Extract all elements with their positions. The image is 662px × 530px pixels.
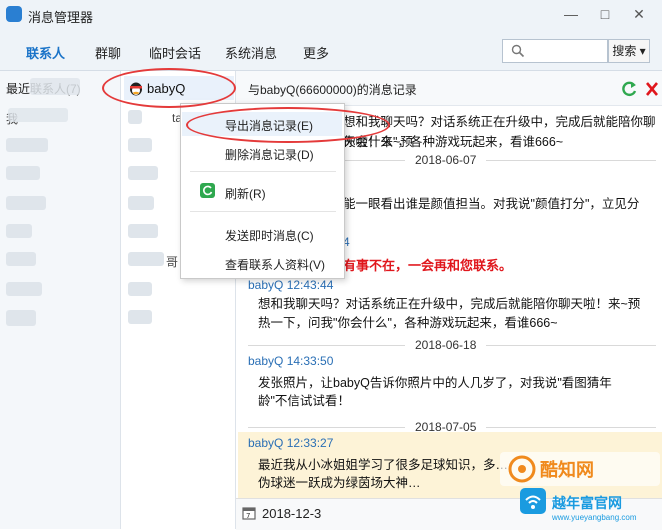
minimize-button[interactable]: — [560,4,582,24]
menu-item-delete[interactable]: 删除消息记录(D) [225,146,314,163]
divider [486,427,656,428]
sidebar-item[interactable] [6,166,40,180]
app-icon [6,6,22,22]
message-sender: babyQ 12:43:44 [248,278,334,292]
sidebar-item[interactable] [6,224,32,238]
sidebar-item[interactable] [6,196,46,210]
divider [345,160,405,161]
message-text: 最近我从小冰姐姐学习了很多足球知识，多… [258,458,509,472]
close-button[interactable]: ✕ [628,4,650,24]
contact-item[interactable] [128,196,154,210]
divider [486,160,656,161]
tab-temp-session[interactable]: 临时会话 [149,43,201,62]
avatar [128,110,142,124]
date-picker-value[interactable]: 2018-12-3 [262,506,321,521]
refresh-icon[interactable] [620,80,638,98]
auto-reply-text: 有事不在，一会再和您联系。 [343,258,513,273]
search-input[interactable] [502,39,608,63]
delete-icon[interactable] [644,80,660,98]
sidebar-item[interactable] [6,282,42,296]
menu-item-refresh[interactable]: 刷新(R) [225,185,266,202]
contact-item[interactable] [128,138,152,152]
menu-item-send-message[interactable]: 发送即时消息(C) [225,227,314,244]
watermark-site-name: 越年富官网 [552,495,622,511]
message-text: 能一眼看出谁是颜值担当。对我说"颜值打分"，立见分 [343,197,640,211]
sidebar-item[interactable] [6,252,36,266]
sidebar-item[interactable] [6,138,48,152]
message-text: 热一下，问我"你会什么"，各种游戏玩起来，看谁666~ [258,316,558,330]
watermark-logo-icon [508,455,536,483]
menu-separator [190,171,336,172]
annotation-oval [186,107,390,143]
svg-text:7: 7 [246,512,250,520]
window-title: 消息管理器 [28,10,94,25]
date-separator: 2018-06-07 [415,153,477,167]
search-icon [511,44,525,58]
contact-item[interactable] [128,282,152,296]
watermark-url: www.yueyangbang.com [552,513,637,522]
message-sender: babyQ 12:33:27 [248,436,334,450]
menu-separator [190,211,336,212]
message-text: 发张照片，让babyQ告诉你照片中的人几岁了，对我说"看图猜年 [258,376,612,390]
divider [486,345,656,346]
message-text: 龄"不信试试看！ [258,394,350,408]
calendar-icon[interactable]: 7 [242,506,256,520]
blur-mask [8,108,68,122]
search-button[interactable]: 搜索 ▾ [608,39,650,63]
message-text: 想和我聊天吗？对话系统正在升级中，完成后就能陪你聊天啦！来~预 [258,297,641,311]
annotation-oval [102,68,236,108]
watermark-logo-text: 酷知网 [540,460,594,480]
sidebar-item[interactable] [6,310,36,326]
message-sender: babyQ 14:33:50 [248,354,334,368]
divider [248,345,405,346]
message-text: 你会什么"，各种游戏玩起来，看谁666~ [343,135,564,149]
menu-item-view-profile[interactable]: 查看联系人资料(V) [225,256,325,273]
date-separator: 2018-06-18 [415,338,477,352]
blur-mask [30,78,80,95]
tab-more[interactable]: 更多 [303,43,329,62]
wifi-logo-icon [520,488,546,514]
contact-item[interactable] [128,310,152,324]
tab-system-messages[interactable]: 系统消息 [225,43,277,62]
contact-item[interactable] [128,224,158,238]
contact-item[interactable] [128,166,158,180]
maximize-button[interactable]: □ [594,4,616,24]
message-text: 伪球迷一跃成为绿茵场大神… [258,476,421,490]
tab-groups[interactable]: 群聊 [95,43,121,62]
refresh-icon [200,183,215,198]
contact-item[interactable]: 哥 [166,253,178,270]
tab-contacts[interactable]: 联系人 [26,43,65,62]
contact-item[interactable] [128,252,164,266]
divider [248,427,405,428]
chat-header-title: 与babyQ(66600000)的消息记录 [248,83,417,97]
